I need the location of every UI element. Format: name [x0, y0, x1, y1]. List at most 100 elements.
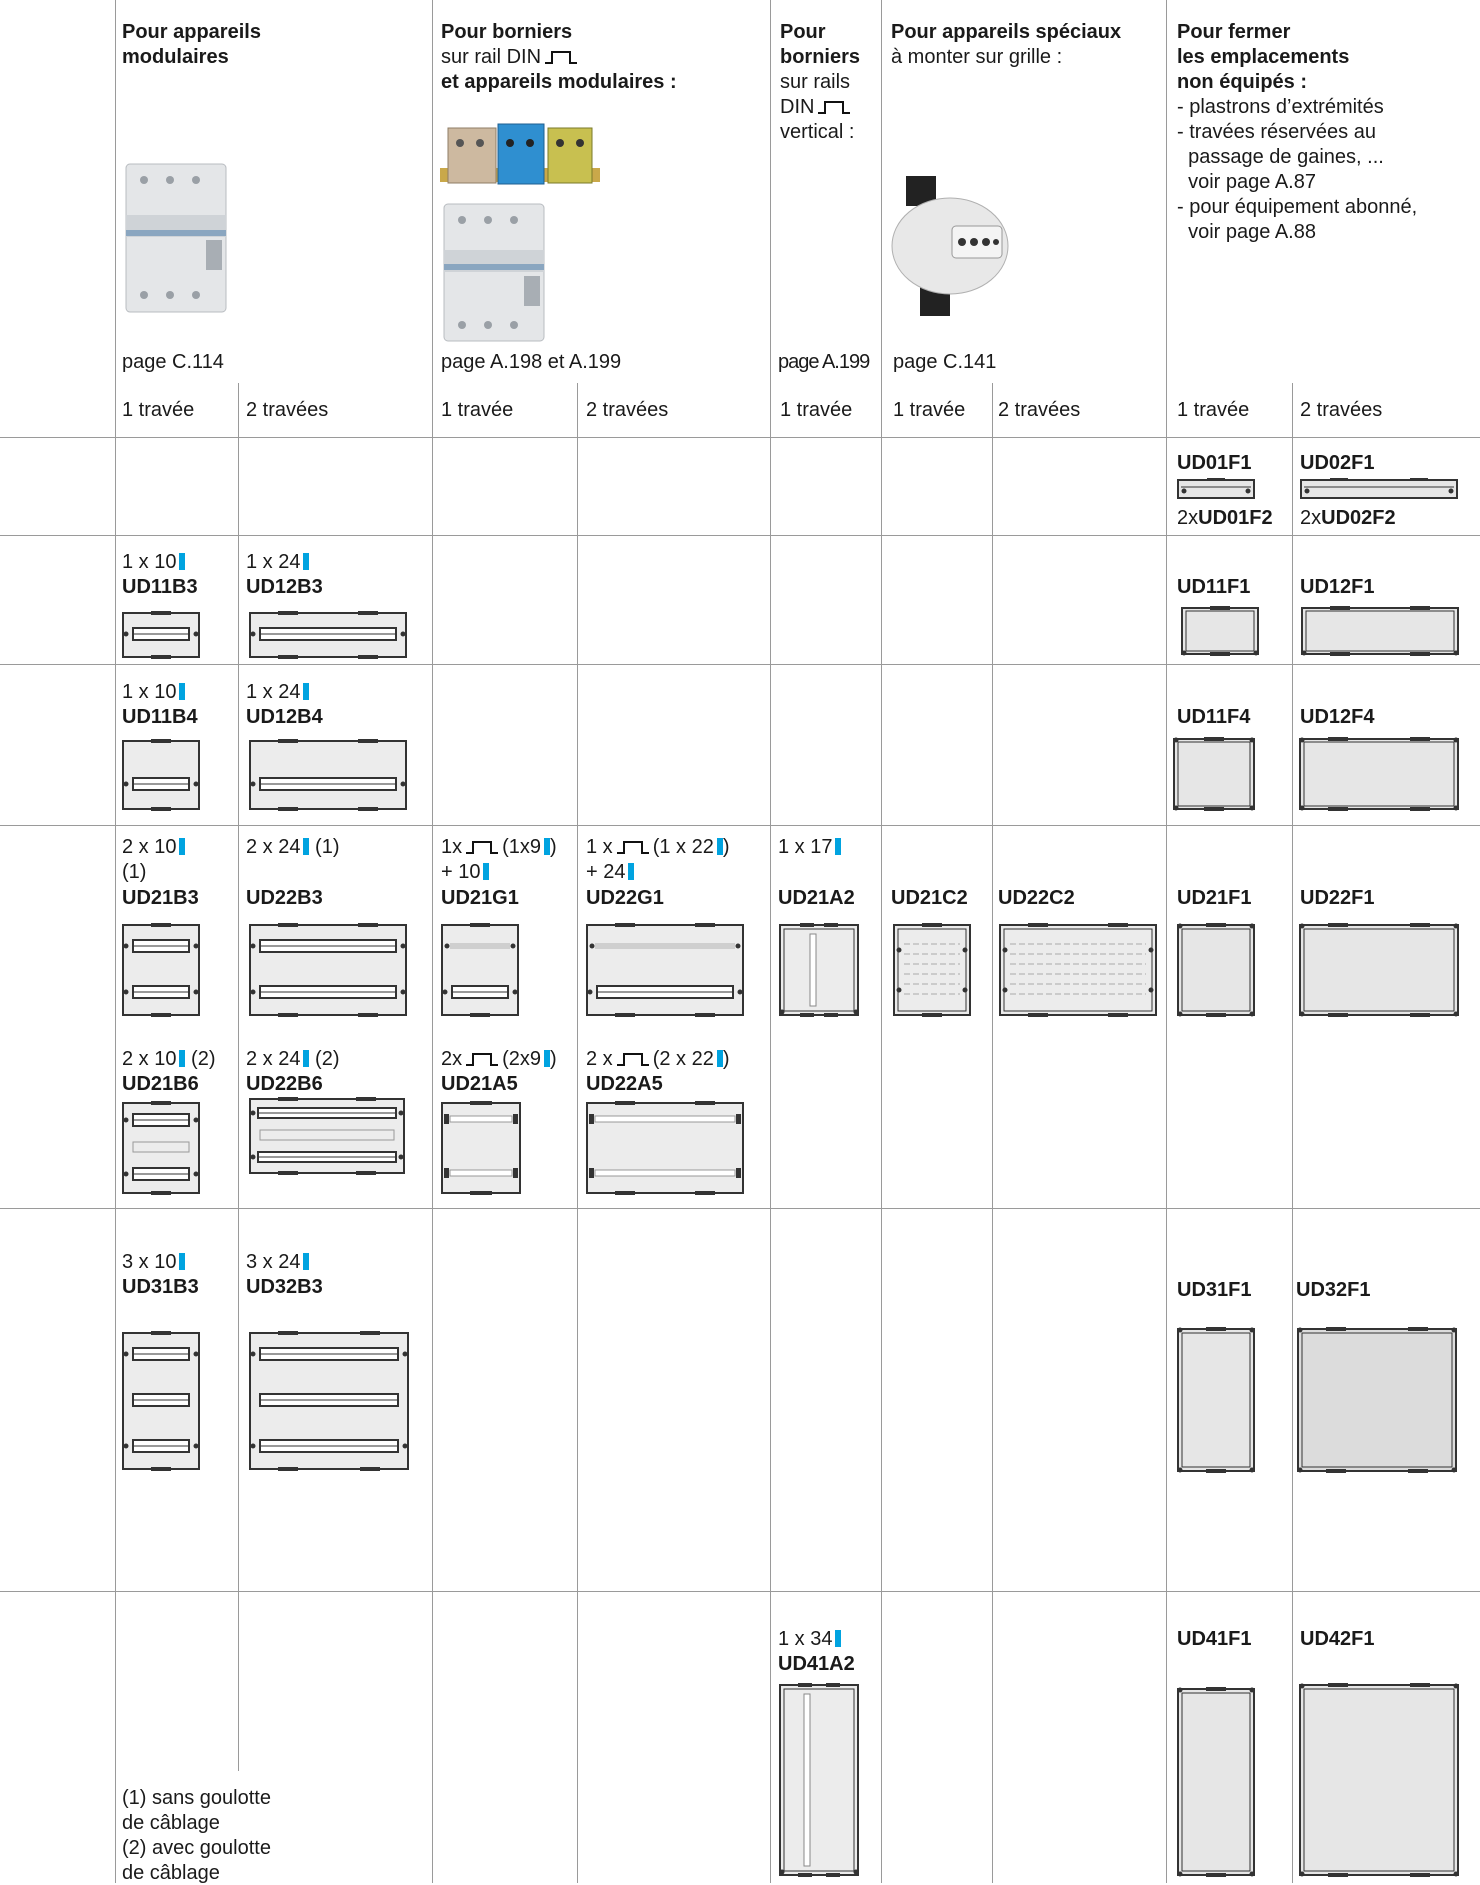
modular-breaker-image	[125, 163, 227, 313]
module-icon	[179, 1253, 186, 1270]
column-label: 2 travées	[998, 399, 1081, 421]
qty-text: )	[722, 836, 730, 858]
module-qty: 1 x 10	[122, 550, 186, 574]
module-qty: 2 x 10	[122, 835, 186, 859]
column-label: 1 travée	[893, 399, 966, 421]
qty-text: 3 x 24	[246, 1251, 301, 1273]
product-ref: UD22B6	[246, 1073, 323, 1095]
panel-rail-2-row	[122, 923, 200, 1017]
header-speciaux: Pour appareils spéciaux à monter sur gri…	[891, 20, 1121, 70]
plate-panel	[1177, 1687, 1255, 1877]
subcolumn-divider	[238, 383, 239, 1771]
column-divider	[1166, 0, 1167, 1883]
header-borniers-vertical: Pour borniers sur rails DIN vertical :	[780, 20, 860, 145]
panel-rail-3-row	[249, 1331, 409, 1471]
module-qty: 1x (1x9)	[441, 835, 557, 859]
panel-vertical-rail	[779, 923, 859, 1017]
module-qty: 1 x 34	[778, 1627, 842, 1651]
product-ref-line: 2xUD02F2	[1300, 506, 1396, 530]
product-ref: UD21B3	[122, 887, 199, 909]
qty-text: )	[722, 1048, 730, 1070]
product-ref: UD42F1	[1300, 1628, 1375, 1650]
product-ref: UD22B3	[246, 887, 323, 909]
product-ref: UD21C2	[891, 887, 968, 909]
row-divider	[0, 1208, 1480, 1209]
panel-grille	[893, 923, 971, 1017]
footnote-text: de câblage	[122, 1812, 220, 1834]
module-qty: 2 x (2 x 22)	[586, 1047, 730, 1071]
product-ref: UD22F1	[1300, 887, 1375, 909]
module-qty: 1 x 24	[246, 680, 310, 704]
header-line: Pour appareils spéciaux	[891, 21, 1122, 43]
qty-text: (1x9	[502, 836, 542, 858]
product-ref: UD01F1	[1177, 452, 1252, 474]
qty-text: )	[550, 1048, 557, 1070]
page-reference: page A.198 et A.199	[441, 351, 622, 373]
panel-rail-1-row	[249, 739, 407, 811]
plate-panel	[1299, 1683, 1459, 1877]
module-qty: 1 x 24	[246, 550, 310, 574]
module-icon	[835, 1630, 842, 1647]
module-qty: 3 x 10	[122, 1250, 186, 1274]
header-line: à monter sur grille :	[891, 46, 1063, 68]
panel-grille	[999, 923, 1157, 1017]
product-ref: UD31F1	[1177, 1279, 1252, 1301]
module-icon	[303, 1253, 310, 1270]
row-divider	[0, 535, 1480, 536]
module-icon	[835, 838, 842, 855]
plate-panel	[1299, 923, 1459, 1017]
qty-text: 2 x 24	[246, 1048, 301, 1070]
product-ref: UD11B3	[122, 576, 198, 598]
qty-text: 3 x 10	[122, 1251, 177, 1273]
plate-panel	[1177, 1327, 1255, 1473]
product-ref: UD02F1	[1300, 452, 1375, 474]
column-label: 2 travées	[246, 399, 329, 421]
product-ref: UD41F1	[1177, 1628, 1252, 1650]
module-icon	[303, 553, 310, 570]
header-line: borniers	[780, 46, 861, 68]
panel-rail-3-row	[122, 1331, 200, 1471]
module-icon	[179, 838, 186, 855]
module-icon	[628, 863, 635, 880]
footnote-text: de câblage	[122, 1862, 220, 1884]
header-line: et appareils modulaires :	[441, 71, 677, 93]
quantity-prefix: 2x	[1177, 507, 1199, 529]
qty-text: 2 x 10	[122, 1048, 177, 1070]
qty-text: (2x9	[502, 1048, 542, 1070]
footnote-ref: (1)	[315, 836, 340, 858]
panel-rail-1-row	[249, 611, 407, 659]
panel-terminal-rail-2	[586, 1101, 744, 1195]
product-ref: UD41A2	[778, 1653, 855, 1675]
qty-text: 1 x 24	[246, 551, 301, 573]
quantity-prefix: 2x	[1300, 507, 1322, 529]
column-label: 2 travées	[586, 399, 669, 421]
header-list-item: - travées réservées au	[1177, 121, 1376, 143]
product-ref: UD12F4	[1300, 706, 1375, 728]
din-rail-icon	[616, 841, 649, 854]
footnote-ref: (2)	[191, 1048, 216, 1070]
product-ref: UD21G1	[441, 887, 519, 909]
qty-text: )	[550, 836, 557, 858]
header-line: Pour appareils	[122, 21, 261, 43]
header-list-item: voir page A.87	[1177, 171, 1316, 193]
panel-terminal-rail	[441, 923, 519, 1017]
header-list-item: - pour équipement abonné,	[1177, 196, 1418, 218]
product-ref: UD22G1	[586, 887, 664, 909]
panel-terminal-rail-2	[441, 1101, 521, 1195]
header-fermer: Pour fermer les emplacements non équipés…	[1177, 20, 1417, 245]
plate-panel	[1301, 606, 1459, 656]
header-modulaires: Pour appareils modulaires	[122, 20, 261, 70]
panel-rail-2-row-goulotte	[249, 1097, 405, 1175]
panel-rail-1-row	[122, 739, 200, 811]
product-ref: UD22C2	[998, 887, 1075, 909]
footnote-ref: (2)	[315, 1048, 340, 1070]
plate-panel	[1177, 923, 1255, 1017]
qty-text: + 10	[441, 861, 481, 883]
qty-text: + 24	[586, 861, 626, 883]
modular-breaker-image	[443, 203, 545, 342]
plate-panel	[1297, 1327, 1457, 1473]
product-ref: UD01F2	[1198, 507, 1273, 529]
column-label: 1 travée	[780, 399, 853, 421]
module-qty: 2 x 24 (2)	[246, 1047, 340, 1071]
footnote-text: (2) avec goulotte	[122, 1837, 271, 1859]
